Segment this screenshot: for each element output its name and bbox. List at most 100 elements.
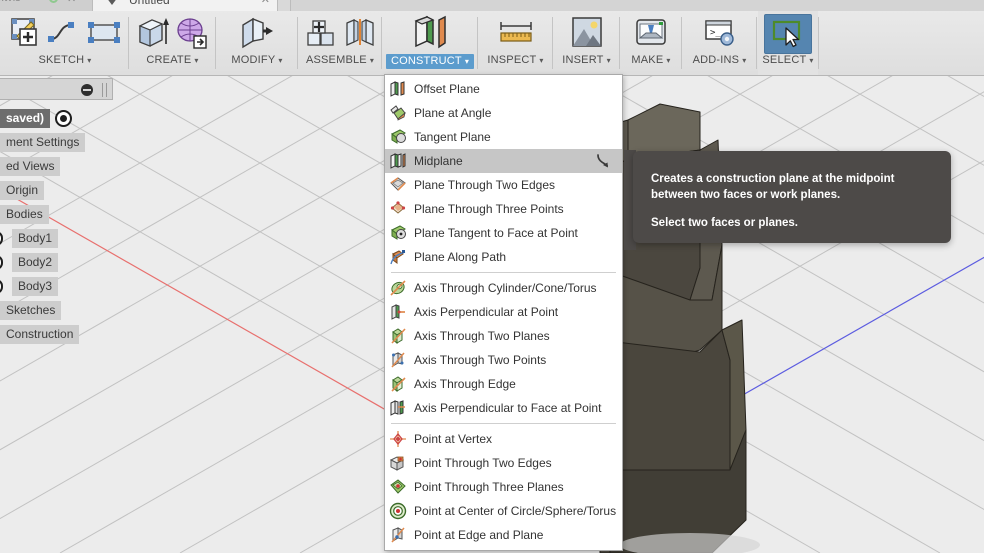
fusion-logo-icon bbox=[103, 0, 121, 5]
menu-item-label: Plane Through Two Edges bbox=[414, 178, 555, 192]
insert-image-icon[interactable] bbox=[570, 15, 604, 54]
ribbon-group-create[interactable]: CREATE ▾ bbox=[130, 11, 215, 75]
menu-item-label: Axis Perpendicular at Point bbox=[414, 305, 559, 319]
browser-item-label: Origin bbox=[0, 180, 45, 200]
menu-item-label: Point at Center of Circle/Sphere/Torus bbox=[414, 504, 617, 518]
browser-item-construction[interactable]: Construction bbox=[0, 322, 192, 346]
ribbon-group-construct[interactable]: CONSTRUCT ▾ bbox=[383, 11, 477, 75]
browser-item-label: Bodies bbox=[0, 204, 49, 224]
menu-item-plane-at-angle[interactable]: Plane at Angle bbox=[385, 101, 622, 125]
menu-item-label: Axis Through Cylinder/Cone/Torus bbox=[414, 281, 597, 295]
browser-item-origin[interactable]: Origin bbox=[0, 178, 192, 202]
browser-item-body3[interactable]: Body3 bbox=[0, 274, 192, 298]
menu-item-label: Midplane bbox=[414, 154, 463, 168]
menu-item-plane-tangent-to-face-at-point[interactable]: Plane Tangent to Face at Point bbox=[385, 221, 622, 245]
menu-item-point-through-two-edges[interactable]: Point Through Two Edges bbox=[385, 451, 622, 475]
menu-item-point-through-three-planes[interactable]: Point Through Three Planes bbox=[385, 475, 622, 499]
measure-icon[interactable] bbox=[496, 16, 536, 53]
divider bbox=[818, 17, 819, 69]
divider bbox=[619, 17, 620, 69]
eye-off-icon[interactable] bbox=[0, 254, 3, 270]
tab-data-panel[interactable]: ...tvis ✕ bbox=[0, 0, 104, 11]
menu-item-point-at-vertex[interactable]: Point at Vertex bbox=[385, 427, 622, 451]
menu-item-axis-through-two-planes[interactable]: Axis Through Two Planes bbox=[385, 324, 622, 348]
svg-text:>_: >_ bbox=[710, 28, 721, 38]
ribbon-label-construct[interactable]: CONSTRUCT ▾ bbox=[385, 54, 475, 69]
browser-item-bodies[interactable]: Bodies bbox=[0, 202, 192, 226]
browser-header[interactable] bbox=[0, 78, 113, 100]
menu-item-label: Axis Through Edge bbox=[414, 377, 516, 391]
menu-item-point-at-edge-and-plane[interactable]: Point at Edge and Plane bbox=[385, 523, 622, 547]
axis-perpendicular-point-icon bbox=[389, 303, 407, 321]
menu-item-axis-through-two-points[interactable]: Axis Through Two Points bbox=[385, 348, 622, 372]
press-pull-icon[interactable] bbox=[239, 15, 275, 54]
construct-dropdown-menu[interactable]: Offset Plane Plane at Angle Tangent Plan… bbox=[384, 74, 623, 551]
menu-divider bbox=[391, 272, 616, 273]
eye-on-icon[interactable] bbox=[55, 109, 73, 127]
ribbon-group-assemble[interactable]: ASSEMBLE ▾ bbox=[299, 11, 381, 75]
ribbon-group-make[interactable]: MAKE ▾ bbox=[621, 11, 681, 75]
browser-item-document[interactable]: saved) bbox=[0, 106, 192, 130]
ribbon-label-create[interactable]: CREATE ▾ bbox=[146, 54, 198, 66]
browser-tree[interactable]: saved) ment Settings ed Views Origin Bod… bbox=[0, 106, 192, 346]
ribbon-group-modify[interactable]: MODIFY ▾ bbox=[217, 11, 297, 75]
select-window-icon[interactable] bbox=[764, 14, 812, 54]
menu-item-axis-through-edge[interactable]: Axis Through Edge bbox=[385, 372, 622, 396]
ribbon-label-modify[interactable]: MODIFY ▾ bbox=[231, 54, 282, 66]
eye-off-icon[interactable] bbox=[0, 278, 3, 294]
menu-item-tangent-plane[interactable]: Tangent Plane bbox=[385, 125, 622, 149]
browser-item-body1[interactable]: Body1 bbox=[0, 226, 192, 250]
chevron-down-icon: ▾ bbox=[742, 56, 747, 65]
spline-icon[interactable] bbox=[47, 17, 81, 52]
menu-item-plane-through-two-edges[interactable]: Plane Through Two Edges bbox=[385, 173, 622, 197]
browser-item-document-settings[interactable]: ment Settings bbox=[0, 130, 192, 154]
tab-untitled[interactable]: Untitled ✕ bbox=[92, 0, 279, 11]
browser-item-named-views[interactable]: ed Views bbox=[0, 154, 192, 178]
ribbon-label-addins[interactable]: ADD-INS ▾ bbox=[693, 54, 747, 66]
ribbon-label-select[interactable]: SELECT ▾ bbox=[762, 54, 813, 66]
extrude-icon[interactable] bbox=[136, 14, 170, 55]
menu-item-plane-through-three-points[interactable]: Plane Through Three Points bbox=[385, 197, 622, 221]
point-center-circle-icon bbox=[389, 502, 407, 520]
ribbon-label-sketch[interactable]: SKETCH ▾ bbox=[38, 54, 91, 66]
menu-item-axis-perpendicular-at-point[interactable]: Axis Perpendicular at Point bbox=[385, 300, 622, 324]
scripts-addins-icon[interactable]: >_ bbox=[703, 16, 737, 53]
close-icon[interactable]: ✕ bbox=[261, 0, 270, 6]
ribbon-group-inspect[interactable]: INSPECT ▾ bbox=[479, 11, 552, 75]
ribbon-toolbar[interactable]: SKETCH ▾ CREATE ▾ MODIFY ▾ ASSEMBLE ▾ CO… bbox=[0, 11, 984, 76]
axis-two-planes-icon bbox=[389, 327, 407, 345]
resize-grip[interactable] bbox=[102, 83, 107, 97]
menu-item-axis-perpendicular-to-face-at-point[interactable]: Axis Perpendicular to Face at Point bbox=[385, 396, 622, 420]
ribbon-label-insert[interactable]: INSERT ▾ bbox=[562, 54, 611, 66]
menu-item-offset-plane[interactable]: Offset Plane bbox=[385, 77, 622, 101]
create-form-icon[interactable] bbox=[175, 14, 209, 55]
rectangle-icon[interactable] bbox=[86, 17, 122, 52]
ribbon-group-addins[interactable]: >_ ADD-INS ▾ bbox=[683, 11, 756, 75]
ribbon-group-sketch[interactable]: SKETCH ▾ bbox=[2, 11, 128, 75]
chevron-down-icon: ▾ bbox=[809, 56, 814, 65]
3d-print-icon[interactable] bbox=[634, 16, 668, 53]
create-sketch-icon[interactable] bbox=[8, 15, 42, 54]
ribbon-group-select[interactable]: SELECT ▾ bbox=[758, 11, 818, 75]
ribbon-label-make[interactable]: MAKE ▾ bbox=[631, 54, 670, 66]
ribbon-label-inspect[interactable]: INSPECT ▾ bbox=[487, 54, 543, 66]
joint-icon[interactable] bbox=[343, 15, 377, 54]
browser-item-body2[interactable]: Body2 bbox=[0, 250, 192, 274]
menu-item-point-at-center-of-circle[interactable]: Point at Center of Circle/Sphere/Torus bbox=[385, 499, 622, 523]
tooltip-description: Creates a construction plane at the midp… bbox=[651, 173, 895, 201]
menu-item-plane-along-path[interactable]: Plane Along Path bbox=[385, 245, 622, 269]
ribbon-group-insert[interactable]: INSERT ▾ bbox=[554, 11, 619, 75]
document-tab-strip[interactable]: ...tvis ✕ Untitled ✕ bbox=[0, 0, 984, 11]
new-component-icon[interactable] bbox=[304, 15, 338, 54]
ribbon-label-assemble[interactable]: ASSEMBLE ▾ bbox=[306, 54, 374, 66]
axis-perp-face-icon bbox=[389, 399, 407, 417]
construct-plane-icon[interactable] bbox=[409, 13, 451, 56]
point-at-vertex-icon bbox=[389, 430, 407, 448]
close-icon[interactable]: ✕ bbox=[67, 0, 76, 5]
collapse-icon[interactable] bbox=[81, 84, 93, 96]
browser-item-sketches[interactable]: Sketches bbox=[0, 298, 192, 322]
browser-item-label: ed Views bbox=[0, 156, 61, 176]
menu-item-midplane[interactable]: Midplane bbox=[385, 149, 622, 173]
menu-item-axis-through-cylinder[interactable]: Axis Through Cylinder/Cone/Torus bbox=[385, 276, 622, 300]
eye-off-icon[interactable] bbox=[0, 230, 3, 246]
